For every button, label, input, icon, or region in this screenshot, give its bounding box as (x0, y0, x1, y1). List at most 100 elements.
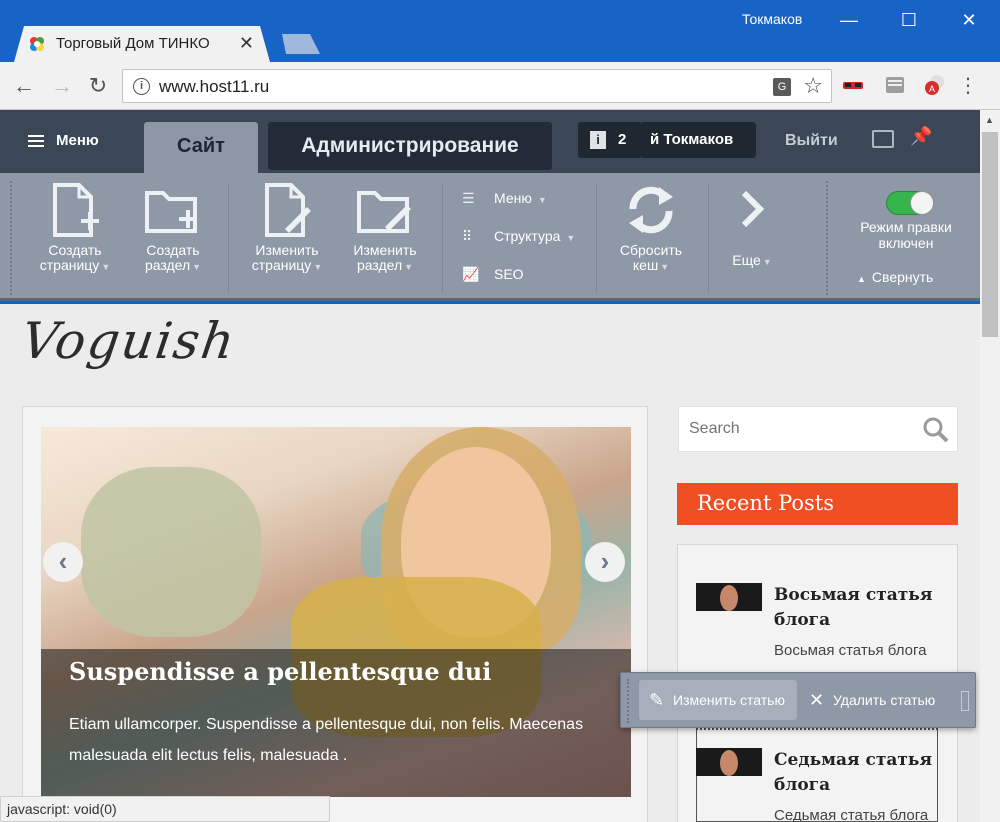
new-tab-button[interactable] (276, 34, 320, 54)
collapse-label: Свернуть (871, 269, 934, 285)
reset-cache-button[interactable]: Сбросить кеш ▼ (606, 183, 696, 275)
svg-text:A: A (929, 84, 935, 94)
keyboard-icon[interactable] (872, 130, 894, 148)
scrollbar-thumb[interactable] (982, 132, 998, 337)
site-info-icon[interactable]: i (133, 78, 150, 95)
edit-page-button[interactable]: Изменить страницу ▼ (242, 183, 332, 275)
slider-next-icon[interactable]: › (585, 542, 625, 582)
tab-administration[interactable]: Администрирование (268, 122, 552, 170)
favicon-icon (28, 35, 46, 53)
browser-toolbar: ← → ↻ i www.host11.ru G ☆ A ⋮ (0, 62, 1000, 110)
user-profile-button[interactable]: й Токмаков (642, 122, 756, 158)
close-tab-icon[interactable]: ✕ (239, 33, 254, 54)
edit-mode-label: Режим правки включен (860, 219, 952, 251)
create-page-label-1: Создать (48, 242, 102, 258)
logout-button[interactable]: Выйти (785, 132, 838, 150)
collapse-button[interactable]: ▲ Свернуть (857, 269, 933, 285)
back-icon[interactable]: ← (12, 74, 36, 98)
create-page-label-2: страницу (39, 257, 100, 273)
refresh-cache-icon (629, 186, 673, 234)
post-thumbnail[interactable] (696, 748, 762, 776)
toolbar-drag-handle[interactable] (10, 181, 12, 295)
browser-titlebar: Торговый Дом ТИНКО ✕ Токмаков — ☐ ✕ (0, 0, 1000, 62)
more-button[interactable]: Еще ▼ (714, 183, 790, 270)
hamburger-icon (28, 132, 44, 150)
notifications-button[interactable]: i 2 (578, 122, 642, 158)
create-section-label-1: Создать (146, 242, 200, 258)
translate-icon[interactable]: G (773, 78, 791, 96)
info-icon: i (590, 131, 606, 149)
create-section-button[interactable]: Создать раздел ▼ (128, 183, 218, 275)
extension-grey-icon[interactable] (884, 74, 906, 96)
collapse-arrow-icon: ▲ (857, 274, 866, 284)
scroll-up-icon[interactable]: ▲ (985, 115, 994, 125)
maximize-icon[interactable]: ☐ (886, 6, 932, 34)
dropdown-arrow-icon: ▼ (404, 262, 414, 272)
tab-site[interactable]: Сайт (144, 122, 258, 173)
structure-dropdown-button[interactable]: ⠿ Структура ▼ (462, 225, 575, 247)
menu-handle-icon[interactable] (961, 691, 969, 711)
admin-toolbar: Создать страницу ▼ Создать раздел ▼ Измени… (0, 173, 980, 301)
edit-section-label-1: Изменить (353, 242, 417, 258)
translate-extension-icon[interactable]: A (924, 74, 946, 96)
delete-post-button[interactable]: ✕ Удалить статью (807, 680, 935, 720)
toggle-knob (910, 191, 934, 215)
create-page-icon (53, 183, 99, 237)
toolbar-separator (442, 183, 443, 293)
post-excerpt: Восьмая статья блога (774, 642, 927, 659)
reset-cache-label-2: кеш (632, 257, 659, 273)
tab-title: Торговый Дом ТИНКО (56, 35, 210, 52)
slide-caption: Suspendisse a pellentesque dui Etiam ull… (41, 649, 631, 797)
reload-icon[interactable]: ↻ (86, 74, 110, 98)
post-title[interactable]: Восьмая статья блога (774, 583, 944, 633)
address-bar[interactable]: i www.host11.ru G ☆ (122, 69, 832, 103)
menu-dropdown-label: Меню (494, 190, 532, 206)
notifications-count: 2 (618, 131, 627, 148)
profile-name[interactable]: Токмаков (742, 11, 802, 27)
post-edit-toolbar: ✎ Изменить статью ✕ Удалить статью (620, 672, 976, 728)
post-thumbnail[interactable] (696, 583, 762, 611)
main-content: ‹ › Suspendisse a pellentesque dui Etiam… (22, 406, 648, 822)
edit-page-icon (265, 183, 311, 237)
slide-title[interactable]: Suspendisse a pellentesque dui (69, 657, 491, 686)
site-logo[interactable]: Voguish (18, 312, 240, 370)
url-text[interactable]: www.host11.ru (159, 77, 269, 97)
toolbar-separator (708, 183, 709, 293)
scrollbar[interactable]: ▲ (980, 110, 1000, 822)
dropdown-arrow-icon: ▼ (192, 262, 202, 272)
bookmark-star-icon[interactable]: ☆ (803, 73, 823, 99)
search-input[interactable] (679, 407, 909, 451)
edit-mode-toggle[interactable] (886, 191, 934, 215)
recent-posts-heading: Recent Posts (677, 483, 958, 525)
slider-prev-icon[interactable]: ‹ (43, 542, 83, 582)
edit-section-button[interactable]: Изменить раздел ▼ (340, 183, 430, 275)
admin-menu-button[interactable]: Меню (28, 132, 99, 150)
browser-tab[interactable]: Торговый Дом ТИНКО ✕ (14, 26, 270, 62)
chevron-right-icon (741, 190, 765, 228)
edit-post-label: Изменить статью (673, 692, 785, 708)
chrome-menu-icon[interactable]: ⋮ (956, 74, 980, 98)
toolbar-separator (228, 183, 229, 293)
more-label: Еще (732, 252, 761, 268)
dropdown-arrow-icon: ▼ (313, 262, 323, 272)
forward-icon[interactable]: → (50, 74, 74, 98)
reset-cache-label-1: Сбросить (619, 242, 683, 258)
pin-icon[interactable]: 📌 (910, 126, 932, 147)
create-section-label-2: раздел (144, 257, 191, 273)
dropdown-arrow-icon: ▼ (762, 257, 772, 267)
minimize-icon[interactable]: — (826, 6, 872, 34)
window-close-icon[interactable]: ✕ (946, 6, 992, 34)
edit-post-button[interactable]: ✎ Изменить статью (639, 680, 797, 720)
post-title[interactable]: Седьмая статья блога (774, 748, 944, 798)
seo-label: SEO (494, 266, 524, 282)
menu-dropdown-button[interactable]: ☰ Меню ▼ (462, 187, 547, 209)
dropdown-arrow-icon: ▼ (537, 195, 547, 205)
create-page-button[interactable]: Создать страницу ▼ (30, 183, 120, 275)
admin-menu-label: Меню (56, 132, 99, 149)
status-bar: javascript: void(0) (0, 796, 330, 822)
drag-handle[interactable] (627, 679, 629, 723)
search-icon[interactable] (923, 417, 949, 443)
seo-button[interactable]: 📈 SEO (462, 263, 524, 285)
incognito-extension-icon[interactable] (842, 74, 864, 96)
image-slider[interactable]: ‹ › Suspendisse a pellentesque dui Etiam… (41, 427, 631, 797)
